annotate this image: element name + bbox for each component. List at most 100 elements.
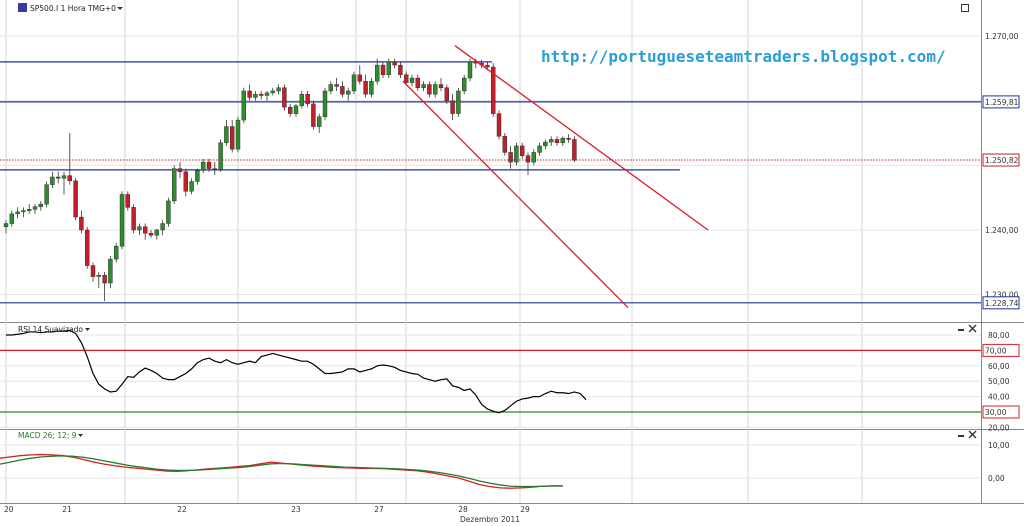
- candle-body: [241, 90, 247, 121]
- candle-body: [102, 275, 107, 284]
- candle-body: [433, 84, 438, 95]
- rsi-header[interactable]: RSI 14 Suavizado: [18, 325, 90, 334]
- candle-body: [218, 142, 223, 171]
- candle-body: [56, 176, 61, 179]
- candle-body: [96, 275, 102, 277]
- time-tick-label: 23: [291, 505, 301, 514]
- x-axis-title: Dezembro 2011: [460, 515, 520, 524]
- candle-body: [566, 137, 571, 140]
- candle-body: [253, 93, 258, 98]
- instrument-icon: [18, 3, 27, 12]
- candle-body: [537, 145, 542, 153]
- candle-body: [398, 64, 403, 75]
- minimize-icon[interactable]: [958, 435, 964, 437]
- time-tick-label: 20: [4, 505, 14, 514]
- candle-body: [90, 265, 96, 277]
- candle-body: [467, 61, 473, 79]
- candle-body: [177, 168, 183, 172]
- minimize-icon[interactable]: [958, 329, 964, 331]
- time-tick-label: 22: [177, 505, 187, 514]
- candle-body: [137, 226, 142, 231]
- candle-body: [444, 87, 449, 101]
- candle-body: [560, 137, 565, 143]
- candle-body: [142, 226, 148, 234]
- candle-body: [131, 207, 136, 231]
- candle-body: [525, 155, 531, 163]
- candle-body: [554, 139, 560, 143]
- candle-body: [27, 209, 32, 211]
- candle-body: [206, 161, 212, 169]
- candle-body: [386, 61, 391, 75]
- rsi-tick-label: 40,00: [988, 393, 1010, 402]
- level-tag: 1.228,74: [985, 299, 1019, 308]
- watermark-url: http://portugueseteamtraders.blogspot.co…: [541, 47, 946, 66]
- macd-tick-label: 0,00: [988, 474, 1005, 483]
- candle-body: [125, 194, 131, 208]
- candle-body: [334, 84, 339, 87]
- candle-body: [485, 64, 490, 68]
- candle-body: [21, 210, 26, 213]
- candle-body: [195, 170, 200, 182]
- candle-body: [166, 200, 171, 224]
- candle-body: [50, 176, 55, 185]
- candle-body: [113, 245, 119, 260]
- candle-body: [450, 100, 455, 114]
- candle-body: [67, 175, 73, 182]
- candle-body: [311, 103, 316, 127]
- candle-body: [38, 203, 43, 207]
- candle-body: [543, 141, 548, 147]
- candle-body: [346, 90, 351, 95]
- candle-body: [299, 93, 304, 107]
- candle-body: [502, 136, 507, 153]
- candle-body: [496, 113, 502, 137]
- candle-body: [212, 168, 218, 171]
- instrument-label: SP500.I 1 Hora TMG+0: [30, 4, 116, 13]
- candle-body: [235, 119, 241, 150]
- candle-body: [322, 90, 328, 118]
- instrument-header[interactable]: SP500.I 1 Hora TMG+0: [18, 3, 123, 13]
- rsi-tick-label: 20,00: [988, 423, 1010, 432]
- level-tag: 1.259,81: [985, 98, 1019, 107]
- price-tick-label: 1.270,00: [985, 32, 1019, 41]
- candle-body: [531, 152, 536, 163]
- candle-body: [288, 106, 293, 114]
- macd-label: MACD 26; 12; 9: [18, 431, 77, 440]
- candle-body: [328, 84, 333, 92]
- time-tick-label: 29: [520, 505, 530, 514]
- candle-body: [154, 229, 160, 236]
- rsi-tick-label: 60,00: [988, 362, 1010, 371]
- price-tick-label: 1.240,00: [985, 226, 1019, 235]
- chart-background: [0, 0, 1024, 526]
- rsi-tick-label: 50,00: [988, 377, 1010, 386]
- candle-body: [224, 126, 229, 143]
- candle-body: [276, 87, 281, 92]
- candle-body: [9, 213, 15, 224]
- candle-body: [44, 184, 49, 205]
- candle-body: [200, 161, 206, 171]
- candle-body: [84, 229, 90, 266]
- candle-body: [462, 77, 467, 92]
- candle-body: [264, 92, 270, 96]
- candle-body: [3, 223, 9, 227]
- rsi-level-tag: 30,00: [985, 408, 1007, 417]
- candle-body: [305, 93, 310, 105]
- candle-body: [520, 145, 525, 156]
- candle-body: [438, 84, 444, 88]
- trading-chart: 1.270,001.240,001.230,0080,0060,0050,004…: [0, 0, 1024, 526]
- candle-body: [409, 77, 415, 83]
- candle-body: [427, 84, 432, 95]
- rsi-label: RSI 14 Suavizado: [18, 325, 83, 334]
- current-price-tag: 1.250,82: [985, 156, 1019, 165]
- macd-header[interactable]: MACD 26; 12; 9: [18, 431, 83, 440]
- candle-body: [108, 258, 113, 284]
- macd-tick-label: 10,00: [988, 441, 1010, 450]
- candle-body: [369, 81, 374, 95]
- candle-body: [572, 139, 577, 161]
- candle-body: [32, 206, 38, 210]
- candle-body: [73, 180, 78, 218]
- candle-body: [375, 64, 380, 82]
- candle-body: [351, 74, 357, 92]
- candle-body: [340, 86, 345, 95]
- candle-body: [514, 145, 519, 163]
- candle-body: [282, 87, 287, 108]
